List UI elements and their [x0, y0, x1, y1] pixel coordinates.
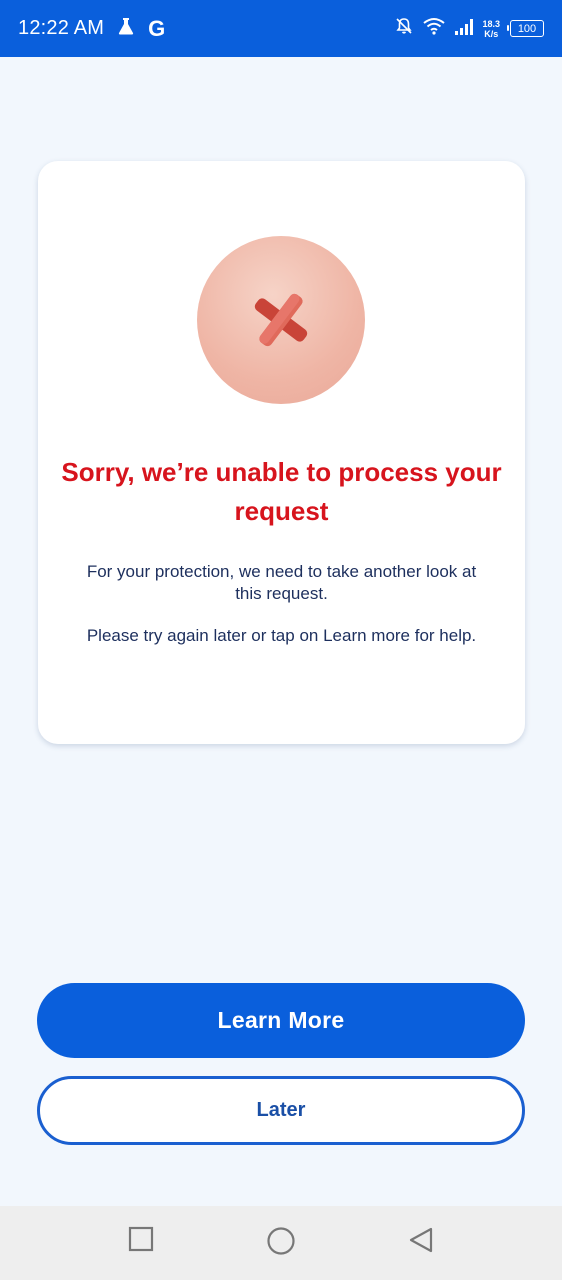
- error-message-protection: For your protection, we need to take ano…: [86, 562, 477, 603]
- status-bar: 12:22 AM G 18.3 K/s 100: [0, 0, 562, 57]
- signal-icon: [454, 16, 474, 41]
- error-title: Sorry, we’re unable to process your requ…: [61, 457, 502, 526]
- learn-more-button[interactable]: Learn More: [37, 983, 525, 1058]
- system-nav-bar: [0, 1206, 562, 1280]
- speed-unit: K/s: [484, 28, 499, 39]
- back-triangle-icon[interactable]: [408, 1226, 434, 1259]
- later-button[interactable]: Later: [37, 1076, 525, 1145]
- google-icon: G: [148, 15, 166, 41]
- recents-square-icon[interactable]: [128, 1226, 154, 1257]
- error-message-help: Please try again later or tap on Learn m…: [86, 626, 477, 645]
- battery-icon: 100: [507, 20, 544, 37]
- home-circle-icon[interactable]: [266, 1226, 296, 1261]
- error-card: Sorry, we’re unable to process your requ…: [38, 161, 525, 744]
- battery-level: 100: [517, 22, 537, 35]
- status-right-icons: 18.3 K/s 100: [394, 16, 544, 41]
- status-left-icons: G: [116, 16, 165, 42]
- flask-icon: [116, 16, 136, 41]
- wifi-icon: [422, 16, 446, 41]
- status-time: 12:22 AM: [18, 17, 105, 39]
- speed-value: 18.3: [482, 18, 500, 29]
- network-speed: 18.3 K/s: [482, 19, 500, 39]
- error-x-icon: [197, 236, 365, 404]
- bell-off-icon: [394, 16, 414, 41]
